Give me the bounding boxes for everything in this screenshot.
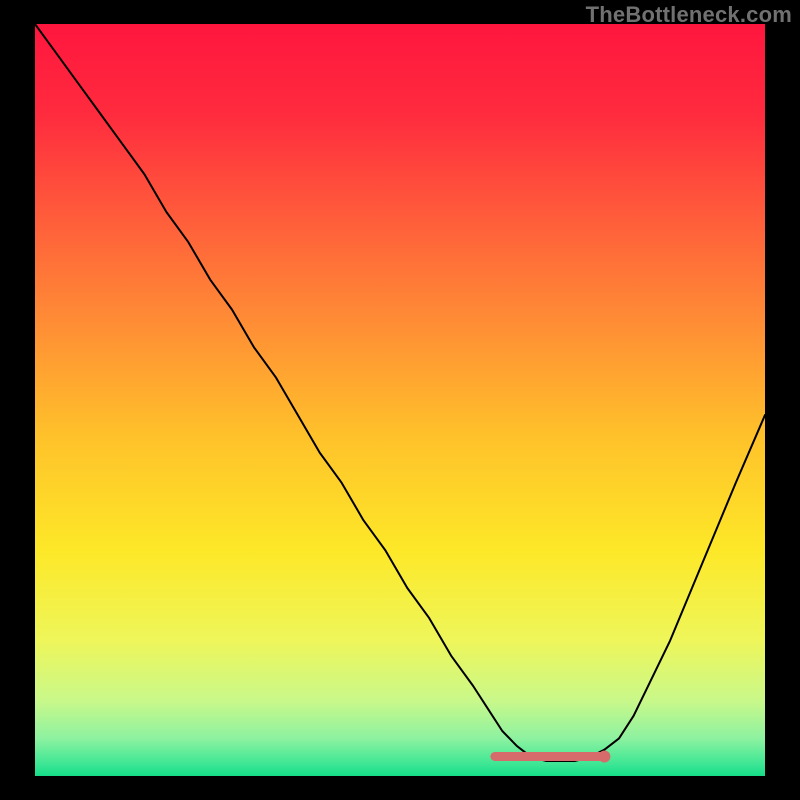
- bottleneck-chart: [35, 24, 765, 776]
- chart-frame: TheBottleneck.com: [0, 0, 800, 800]
